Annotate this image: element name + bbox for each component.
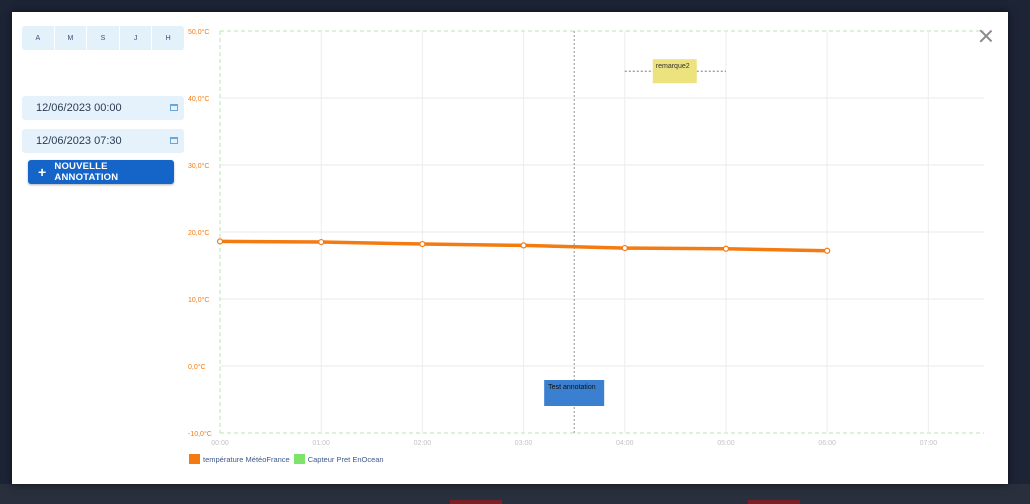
y-tick-label: -10,0°C <box>188 430 212 438</box>
legend-swatch <box>189 454 200 464</box>
data-point <box>520 242 527 249</box>
x-tick-label: 02:00 <box>414 440 432 447</box>
data-point <box>621 244 628 252</box>
data-point <box>722 245 730 252</box>
data-point <box>419 240 426 248</box>
background-strip <box>0 484 1030 504</box>
legend-label: température MétéoFrance <box>203 454 290 464</box>
x-tick-label: 06:00 <box>818 440 836 447</box>
data-point <box>318 238 325 246</box>
chart-modal: A M S J H 12/06/2023 00:00 12/06/2023 07… <box>12 12 1008 484</box>
chart-legend: température MétéoFrance Capteur Pret EnOc… <box>189 454 388 464</box>
x-tick-label: 05:00 <box>717 440 735 447</box>
data-point <box>824 247 831 254</box>
background-tab-marker <box>748 500 800 504</box>
annotation-label: remarque2 <box>656 63 690 70</box>
temperature-chart: 50,0°C 40,0°C 30,0°C 20,0°C 10,0°C 0,0°C -10,0… <box>188 28 984 447</box>
y-tick-label: 40,0°C <box>188 95 209 103</box>
x-tick-label: 04:00 <box>616 440 634 447</box>
y-tick-label: 20,0°C <box>188 229 209 237</box>
legend-item[interactable]: Capteur Pret EnOcean <box>293 454 384 464</box>
x-tick-label: 01:00 <box>312 440 330 447</box>
data-point <box>216 238 224 245</box>
x-tick-label: 07:00 <box>920 440 938 447</box>
x-tick-label: 03:00 <box>515 440 533 447</box>
y-tick-label: 0,0°C <box>188 363 206 371</box>
y-tick-label: 10,0°C <box>188 296 209 304</box>
y-tick-label: 50,0°C <box>188 28 209 36</box>
x-tick-label: 00:00 <box>211 440 229 447</box>
background-tab-marker <box>450 500 502 504</box>
legend-label: Capteur Pret EnOcean <box>307 454 384 464</box>
legend-item[interactable]: température MétéoFrance <box>189 454 290 464</box>
y-tick-label: 30,0°C <box>188 162 209 170</box>
legend-swatch <box>293 454 305 464</box>
annotation-label: Test annotation <box>548 384 596 391</box>
